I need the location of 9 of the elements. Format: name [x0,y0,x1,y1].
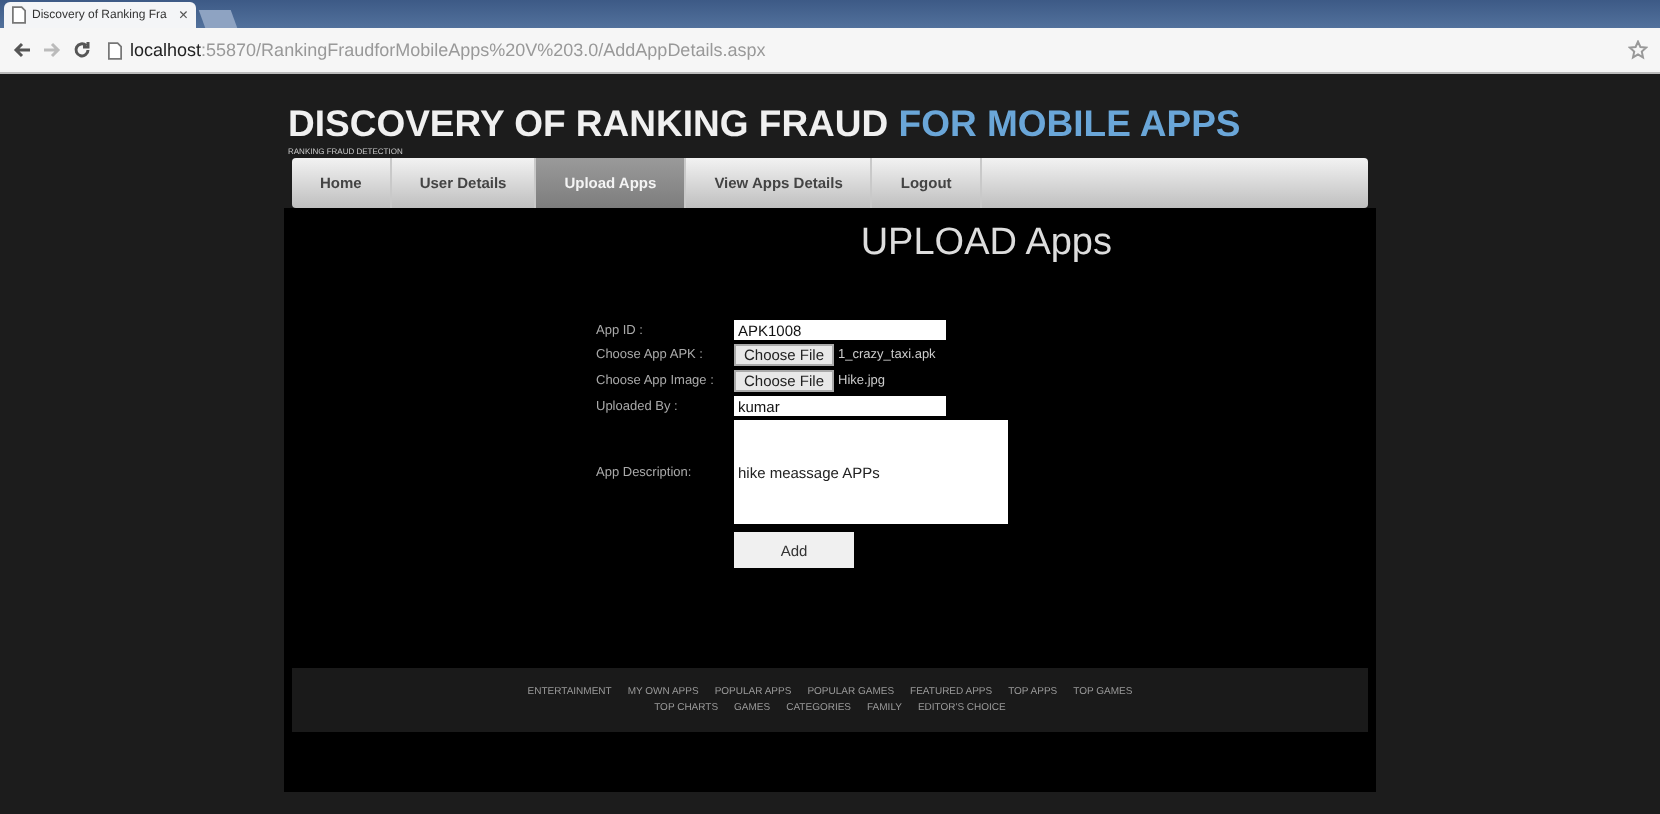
page-icon [12,6,26,24]
reload-icon[interactable] [72,40,92,60]
page-heading: UPLOAD Apps [860,222,1112,266]
site-title: DISCOVERY OF RANKING FRAUD FOR MOBILE APPS [288,102,1241,146]
new-tab-button[interactable] [198,10,238,28]
back-icon[interactable] [12,40,32,60]
star-icon[interactable] [1628,40,1648,60]
close-icon[interactable]: × [178,6,188,24]
forward-icon[interactable] [42,40,62,60]
